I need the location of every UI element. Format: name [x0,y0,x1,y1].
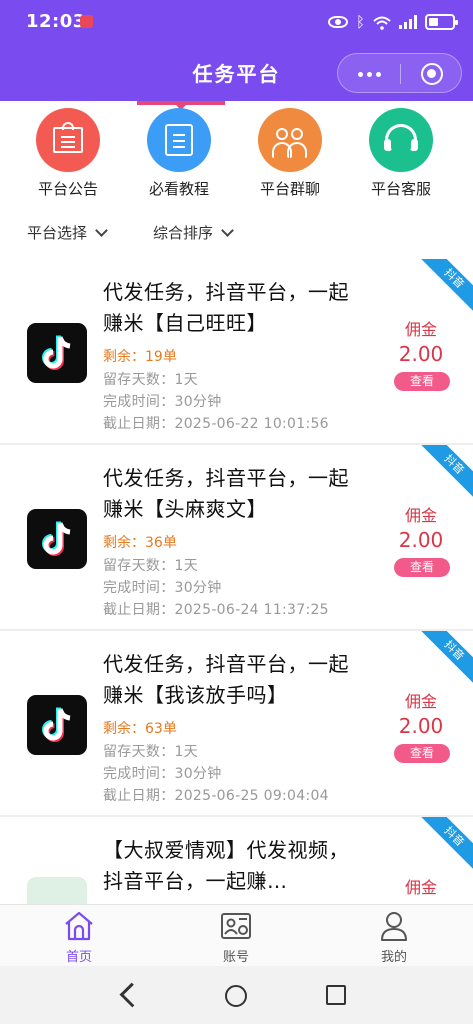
back-icon[interactable] [119,982,145,1008]
group-chat-icon[interactable] [258,108,322,172]
task-remaining: 剩余：19单 [103,349,177,365]
nav-label: 平台群聊 [259,180,320,198]
chevron-down-icon [221,223,234,237]
wifi-icon [373,15,391,30]
tab-mine[interactable]: 我的 [344,909,444,965]
recent-apps-icon[interactable] [326,985,346,1005]
task-finish-time: 完成时间：30分钟 [103,580,222,596]
battery-icon [425,14,458,30]
tutorial-book-icon[interactable] [147,108,211,172]
signal-icon [399,15,417,29]
task-deadline: 截止日期：2025-06-22 10:01:56 [103,416,329,432]
task-deadline: 截止日期：2025-06-24 11:37:25 [103,602,329,618]
task-stay-days: 留存天数：1天 [103,558,199,574]
nav-item-customer-service[interactable]: 平台客服 [346,108,456,199]
task-stay-days: 留存天数：1天 [103,744,199,760]
active-indicator-notch [137,101,225,110]
commission-label: 佣金 [404,320,437,339]
platform-select-dropdown[interactable]: 平台选择 [27,222,108,243]
account-card-icon [219,909,253,943]
more-menu-icon[interactable] [358,72,381,77]
commission-value: 2.00 [398,342,444,366]
home-icon [62,909,96,943]
view-button[interactable]: 查看 [394,372,450,391]
task-title: 代发任务，抖音平台，一起赚米【头麻爽文】 [103,466,349,521]
task-title: 代发任务，抖音平台，一起赚米【自己旺旺】 [103,280,349,335]
bluetooth-icon: ᛒ [355,13,365,31]
eye-icon [327,16,348,28]
task-card[interactable]: 抖音 代发任务，抖音平台，一起赚米【头麻爽文】 剩余：36单 留存天数：1天 完… [0,445,473,631]
nav-label: 平台公告 [37,180,98,198]
nav-label: 平台客服 [370,180,431,198]
platform-ribbon: 抖音 [410,259,473,317]
home-circle-icon[interactable] [225,985,247,1007]
tiktok-logo-icon [27,323,87,383]
task-finish-time: 完成时间：30分钟 [103,394,222,410]
platform-ribbon: 抖音 [410,817,473,875]
sort-select-label: 综合排序 [153,224,214,242]
task-remaining: 剩余：36单 [103,535,177,551]
system-navigation-bar [0,966,473,1024]
filter-bar: 平台选择 综合排序 [0,214,473,252]
tab-label: 我的 [380,950,407,965]
commission-label: 佣金 [404,692,437,711]
status-bar: 12:03 ᛒ [0,0,473,44]
profile-icon [377,909,411,943]
tiktok-logo-icon [27,509,87,569]
tiktok-logo-icon [27,695,87,755]
nav-label: 必看教程 [148,180,209,198]
commission-value: 2.00 [398,528,444,552]
task-remaining: 剩余：63单 [103,721,177,737]
customer-service-headset-icon[interactable] [369,108,433,172]
chevron-down-icon [95,223,108,237]
task-finish-time: 完成时间：30分钟 [103,766,222,782]
task-title: 代发任务，抖音平台，一起赚米【我该放手吗】 [103,652,349,707]
platform-ribbon: 抖音 [410,631,473,689]
mini-program-capsule[interactable] [337,53,462,93]
nav-item-group-chat[interactable]: 平台群聊 [235,108,345,199]
app-header: 12:03 ᛒ 任务平台 [0,0,473,101]
task-card[interactable]: 抖音 代发任务，抖音平台，一起赚米【自己旺旺】 剩余：19单 留存天数：1天 完… [0,259,473,445]
tab-label: 账号 [222,950,249,965]
tab-account[interactable]: 账号 [186,909,286,965]
task-deadline: 截止日期：2025-06-25 09:04:04 [103,788,329,804]
task-card[interactable]: 抖音 代发任务，抖音平台，一起赚米【我该放手吗】 剩余：63单 留存天数：1天 … [0,631,473,817]
task-card[interactable]: 抖音 【大叔爱情观】代发视频，抖音平台，一起赚… 佣金 [0,817,473,904]
capsule-divider [400,64,401,84]
notice-board-icon[interactable] [36,108,100,172]
view-button[interactable]: 查看 [394,744,450,763]
close-mini-program-icon[interactable] [421,63,443,85]
tab-label: 首页 [65,950,92,965]
commission-value: 2.00 [398,714,444,738]
nav-item-announcement[interactable]: 平台公告 [13,108,123,199]
view-button[interactable]: 查看 [394,558,450,577]
video-thumbnail-icon [27,877,87,904]
nav-item-tutorial[interactable]: 必看教程 [124,108,234,199]
status-icons: ᛒ [327,12,458,32]
platform-ribbon: 抖音 [410,445,473,503]
task-stay-days: 留存天数：1天 [103,372,199,388]
commission-label: 佣金 [404,506,437,525]
bottom-tab-bar: 首页 账号 我的 [0,904,473,966]
task-title: 【大叔爱情观】代发视频，抖音平台，一起赚… [103,838,349,893]
quick-nav-grid: 平台公告 必看教程 平台群聊 平台客服 [0,108,473,204]
commission-label: 佣金 [404,878,437,897]
platform-select-label: 平台选择 [27,224,88,242]
notification-badge-icon [80,15,93,28]
tab-home[interactable]: 首页 [29,909,129,965]
status-time: 12:03 [26,11,86,32]
sort-select-dropdown[interactable]: 综合排序 [153,222,234,243]
